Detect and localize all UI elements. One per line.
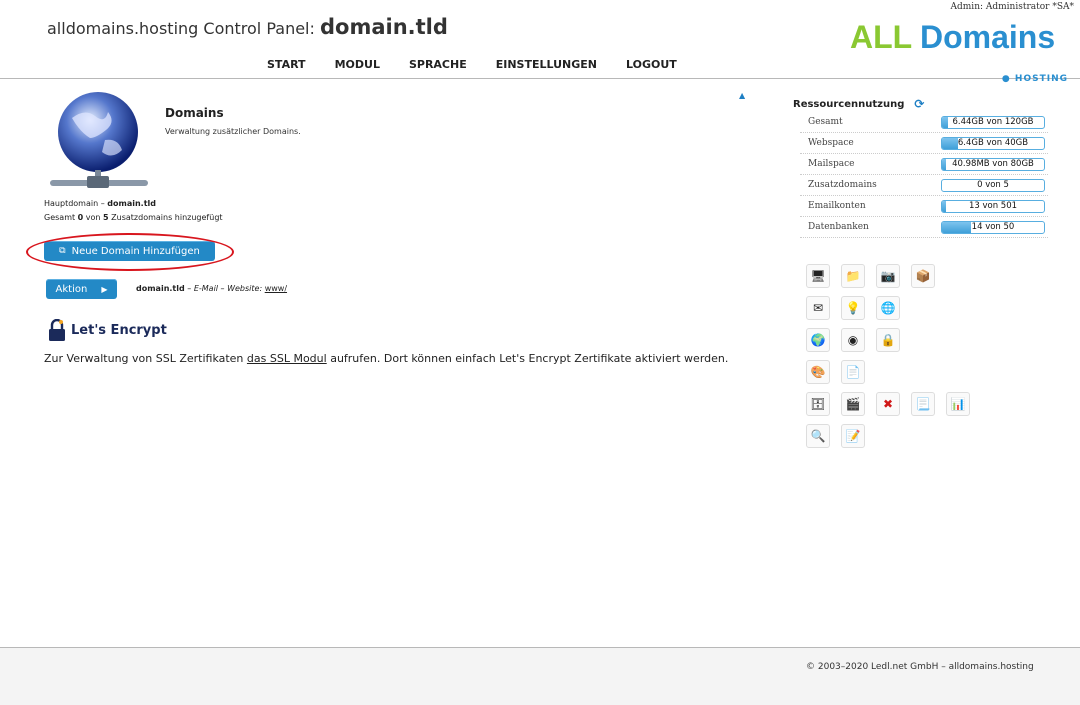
svg-text:ALL: ALL xyxy=(850,22,912,52)
resource-label: Mailspace xyxy=(808,159,855,169)
lock-icon[interactable]: 🔒 xyxy=(876,328,900,352)
chart-icon[interactable]: 📊 xyxy=(946,392,970,416)
main-domain-info: Hauptdomain – domain.tld xyxy=(44,199,156,208)
highlight-ring xyxy=(26,233,234,271)
caret-right-icon: ▶ xyxy=(101,284,108,294)
nav-sprache[interactable]: SPRACHE xyxy=(409,58,467,71)
search-tools-icon[interactable]: 🔍 xyxy=(806,424,830,448)
resource-label: Emailkonten xyxy=(808,201,866,211)
resource-row: Mailspace 40.98MB von 80GB xyxy=(800,154,1048,175)
database-icon[interactable]: 🗄 xyxy=(806,392,830,416)
logo-sub: ● HOSTING xyxy=(1001,74,1068,84)
footer: © 2003–2020 Ledl.net GmbH – alldomains.h… xyxy=(0,647,1080,705)
copyright-text: © 2003–2020 Ledl.net GmbH – alldomains.h… xyxy=(806,662,1034,672)
domain-entry: domain.tld – E-Mail – Website: www/ xyxy=(136,284,288,293)
globe-network-icon xyxy=(50,88,150,196)
notes-icon[interactable]: 📝 xyxy=(841,424,865,448)
nav-logout[interactable]: LOGOUT xyxy=(626,58,677,71)
resources-table: Gesamt 6.44GB von 120GB Webspace 6.4GB von … xyxy=(800,112,1048,238)
film-icon[interactable]: 🎬 xyxy=(841,392,865,416)
letsencrypt-logo: Let's Encrypt xyxy=(47,319,167,341)
module-title: Domains xyxy=(165,106,224,120)
resource-usage-value: 6.4GB von 40GB xyxy=(957,138,1029,148)
delete-icon[interactable]: ✖ xyxy=(876,392,900,416)
header: Admin: Administrator *SA* alldomains.hos… xyxy=(0,0,1080,84)
resource-row: Emailkonten 13 von 501 xyxy=(800,196,1048,217)
module-description: Verwaltung zusätzlicher Domains. xyxy=(165,127,301,136)
folder-icon[interactable]: 📁 xyxy=(841,264,865,288)
resource-usage-bar: 14 von 50 xyxy=(941,221,1045,234)
globe-mail-icon[interactable]: 🌐 xyxy=(876,296,900,320)
domain-count-info: Gesamt 0 von 5 Zusatzdomains hinzugefügt xyxy=(44,213,223,222)
network-globe-icon[interactable]: 🌍 xyxy=(806,328,830,352)
admin-user-label: Admin: Administrator *SA* xyxy=(950,2,1074,12)
resource-label: Zusatzdomains xyxy=(808,180,877,190)
resource-usage-bar: 40.98MB von 80GB xyxy=(941,158,1045,171)
monitor-icon[interactable]: 🖥 xyxy=(806,264,830,288)
nav-einstellungen[interactable]: EINSTELLUNGEN xyxy=(496,58,597,71)
mail-icon[interactable]: ✉ xyxy=(806,296,830,320)
resource-row: Webspace 6.4GB von 40GB xyxy=(800,133,1048,154)
lock-icon xyxy=(49,319,65,341)
circle-icon[interactable]: ◉ xyxy=(841,328,865,352)
ssl-module-link[interactable]: das SSL Modul xyxy=(247,352,327,365)
resource-row: Zusatzdomains 0 von 5 xyxy=(800,175,1048,196)
resource-usage-value: 13 von 501 xyxy=(968,201,1018,211)
resource-usage-value: 0 von 5 xyxy=(977,180,1009,190)
resource-row: Gesamt 6.44GB von 120GB xyxy=(800,112,1048,133)
refresh-icon[interactable]: ⟳ xyxy=(914,97,924,111)
box-icon[interactable]: 📦 xyxy=(911,264,935,288)
resource-label: Datenbanken xyxy=(808,222,869,232)
ssl-info-text: Zur Verwaltung von SSL Zertifikaten das … xyxy=(44,352,729,365)
resource-label: Gesamt xyxy=(808,117,843,127)
scroll-up-icon[interactable]: ▲ xyxy=(739,91,745,100)
resource-usage-bar: 13 von 501 xyxy=(941,200,1045,213)
page-icon[interactable]: 📃 xyxy=(911,392,935,416)
title-prefix: alldomains.hosting Control Panel: xyxy=(47,19,315,38)
alldomains-logo-icon: ALL Domains xyxy=(850,19,1055,55)
resource-usage-value: 6.44GB von 120GB xyxy=(952,117,1034,127)
svg-text:Domains: Domains xyxy=(920,22,1055,52)
alldomains-logo[interactable]: ALL Domains ● HOSTING xyxy=(850,19,1076,84)
resource-usage-bar: 6.4GB von 40GB xyxy=(941,137,1045,150)
action-button[interactable]: Aktion ▶ xyxy=(46,279,117,299)
nav-start[interactable]: START xyxy=(267,58,306,71)
bulb-icon[interactable]: 💡 xyxy=(841,296,865,320)
resources-title: Ressourcennutzung ⟳ xyxy=(793,97,925,111)
nav-modul[interactable]: MODUL xyxy=(335,58,380,71)
resource-label: Webspace xyxy=(808,138,854,148)
document-stack-icon[interactable]: 📄 xyxy=(841,360,865,384)
palette-icon[interactable]: 🎨 xyxy=(806,360,830,384)
resource-usage-bar: 0 von 5 xyxy=(941,179,1045,192)
resource-usage-bar: 6.44GB von 120GB xyxy=(941,116,1045,129)
main-nav: START MODUL SPRACHE EINSTELLUNGEN LOGOUT xyxy=(267,58,706,71)
website-link[interactable]: www/ xyxy=(265,284,287,293)
resource-row: Datenbanken 14 von 50 xyxy=(800,217,1048,238)
page-title: alldomains.hosting Control Panel: domain… xyxy=(47,15,448,39)
title-domain: domain.tld xyxy=(319,15,448,39)
resource-usage-value: 40.98MB von 80GB xyxy=(952,159,1034,169)
camera-icon[interactable]: 📷 xyxy=(876,264,900,288)
resource-usage-value: 14 von 50 xyxy=(971,222,1015,232)
